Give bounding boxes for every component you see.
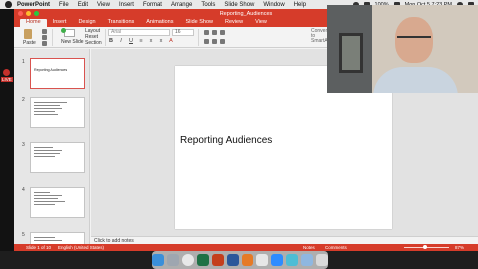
menu-format[interactable]: Format [143,2,162,8]
chrome-icon[interactable] [181,254,194,266]
slide-thumbnails-pane[interactable]: 1 Reporting Audiences 2 3 4 5 [14,49,90,244]
superscript-icon[interactable]: x [158,38,164,44]
thumbnail-number: 3 [22,142,25,148]
zoom-level[interactable]: 87% [455,245,464,250]
menu-window[interactable]: Window [263,2,284,8]
paste-icon[interactable] [24,29,32,39]
indent-icon[interactable] [220,30,225,35]
comments-toggle-button[interactable]: Comments [325,245,347,250]
apple-icon[interactable] [5,1,12,8]
slide-thumbnail[interactable] [30,232,85,244]
thumbnail-title: Reporting Audiences [34,68,68,72]
format-painter-icon[interactable] [42,41,47,46]
font-color-icon[interactable]: A [168,38,174,44]
font-name-select[interactable]: Arial [108,29,170,36]
menu-insert[interactable]: Insert [119,2,134,8]
background-app-strip: LIVE [0,9,14,251]
thumbnail-text-lines [34,147,81,159]
bullets-icon[interactable] [204,30,209,35]
numbering-icon[interactable] [212,30,217,35]
tab-home[interactable]: Home [20,19,47,27]
align-center-icon[interactable] [212,39,217,44]
macos-dock [151,251,329,269]
ribbon-divider [105,29,106,46]
menu-help[interactable]: Help [294,2,306,8]
bold-icon[interactable]: B [108,38,114,44]
paste-button[interactable]: Paste [23,40,36,46]
text-format-buttons: B I U ≡ x x A [108,38,174,44]
thumbnail-text-lines [34,237,81,243]
menu-slide-show[interactable]: Slide Show [224,2,254,8]
tab-view[interactable]: View [249,19,273,27]
new-slide-icon[interactable] [61,28,75,37]
slide-thumbnail[interactable] [30,187,85,218]
new-slide-button[interactable]: New Slide [61,39,84,45]
acrobat-icon[interactable] [256,254,269,266]
menu-tools[interactable]: Tools [201,2,215,8]
excel-icon[interactable] [196,254,209,266]
tab-animations[interactable]: Animations [140,19,179,27]
slide-indicator: Slide 1 of 10 [26,245,52,250]
slide-title[interactable]: Reporting Audiences [180,135,272,146]
trash-icon[interactable] [316,254,329,266]
preview-icon[interactable] [301,254,314,266]
webcam-video-overlay [327,5,478,93]
slide-thumbnail[interactable]: Reporting Audiences [30,58,85,89]
thumbnail-text-lines [34,192,81,207]
notes-toggle-button[interactable]: Notes [303,245,315,250]
thumbnail-number: 4 [22,187,25,193]
launchpad-icon[interactable] [166,254,179,266]
word-icon[interactable] [226,254,239,266]
underline-icon[interactable]: U [128,38,134,44]
live-badge: LIVE [1,77,13,82]
thumbnail-text-lines [34,102,81,117]
webcam-person-glasses [397,36,431,43]
font-size-select[interactable]: 16 [172,29,194,36]
menu-file[interactable]: File [59,2,69,8]
tab-transitions[interactable]: Transitions [102,19,141,27]
tab-design[interactable]: Design [72,19,101,27]
align-left-icon[interactable] [204,39,209,44]
ribbon-divider [52,29,53,46]
italic-icon[interactable]: I [118,38,124,44]
language-indicator[interactable]: English (United States) [58,245,104,250]
align-right-icon[interactable] [220,39,225,44]
zoom-icon[interactable] [271,254,284,266]
menu-view[interactable]: View [97,2,110,8]
tab-review[interactable]: Review [219,19,249,27]
copy-icon[interactable] [42,35,47,40]
slide-thumbnail[interactable] [30,142,85,173]
books-icon[interactable] [241,254,254,266]
thumbnail-number: 5 [22,232,25,238]
ribbon-divider [198,29,199,46]
webcam-window-frame [339,33,363,73]
status-bar: Slide 1 of 10 English (United States) No… [14,244,478,251]
cut-icon[interactable] [42,29,47,34]
slide-thumbnail[interactable] [30,97,85,128]
tab-insert[interactable]: Insert [47,19,73,27]
menu-app-powerpoint[interactable]: PowerPoint [17,2,50,8]
thumbnail-number: 1 [22,59,25,65]
powerpoint-icon[interactable] [211,254,224,266]
tab-slide-show[interactable]: Slide Show [179,19,219,27]
thumbnail-number: 2 [22,97,25,103]
finder-icon[interactable] [151,254,164,266]
notes-field[interactable]: Click to add notes [91,236,478,244]
strikethrough-icon[interactable]: ≡ [138,38,144,44]
subscript-icon[interactable]: x [148,38,154,44]
section-button[interactable]: Section [85,40,102,46]
edge-icon[interactable] [286,254,299,266]
record-indicator-icon [3,69,10,76]
zoom-slider-handle[interactable] [423,245,428,249]
menu-edit[interactable]: Edit [78,2,88,8]
menu-arrange[interactable]: Arrange [171,2,192,8]
